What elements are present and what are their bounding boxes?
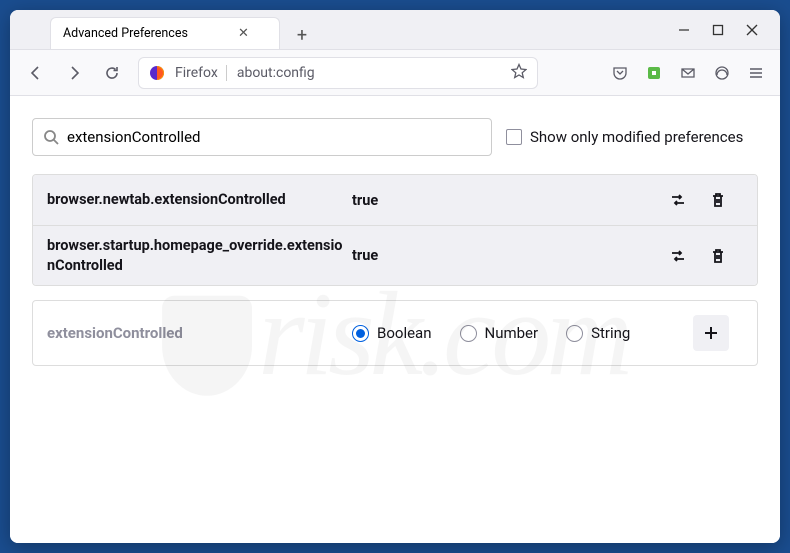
tabs-area: Advanced Preferences ✕ + — [10, 10, 656, 49]
address-label: Firefox — [175, 65, 227, 81]
new-tab-button[interactable]: + — [288, 21, 316, 49]
search-box[interactable] — [32, 118, 492, 156]
address-bar[interactable]: Firefox about:config — [138, 57, 538, 89]
toolbar: Firefox about:config — [10, 50, 780, 96]
window-controls — [656, 22, 780, 38]
firefox-logo-icon — [149, 65, 165, 81]
search-input[interactable] — [67, 128, 481, 146]
search-row: Show only modified preferences — [32, 118, 758, 156]
add-preference-button[interactable] — [693, 315, 729, 351]
pref-name: browser.newtab.extensionControlled — [47, 190, 352, 210]
browser-tab[interactable]: Advanced Preferences ✕ — [50, 17, 280, 49]
radio-string[interactable]: String — [566, 324, 630, 342]
close-button[interactable] — [744, 22, 760, 38]
pref-name: browser.startup.homepage_override.extens… — [47, 236, 352, 275]
show-modified-checkbox[interactable]: Show only modified preferences — [506, 128, 743, 146]
toolbar-right — [606, 59, 770, 87]
address-url: about:config — [237, 65, 501, 81]
radio-number[interactable]: Number — [460, 324, 539, 342]
tab-title: Advanced Preferences — [63, 26, 188, 41]
pref-value: true — [352, 247, 663, 264]
pocket-icon[interactable] — [606, 59, 634, 87]
radio-label: Boolean — [377, 324, 432, 342]
forward-button[interactable] — [58, 57, 90, 89]
toggle-button[interactable] — [663, 185, 693, 215]
create-preference-row: extensionControlled Boolean Number Strin… — [32, 300, 758, 366]
radio-label: Number — [485, 324, 539, 342]
titlebar: Advanced Preferences ✕ + — [10, 10, 780, 50]
create-pref-name: extensionControlled — [47, 324, 352, 342]
bookmark-star-icon[interactable] — [511, 63, 527, 83]
menu-icon[interactable] — [742, 59, 770, 87]
radio-icon — [566, 325, 583, 342]
radio-icon — [352, 325, 369, 342]
tab-close-icon[interactable]: ✕ — [238, 26, 249, 41]
pref-value: true — [352, 192, 663, 209]
shield-icon[interactable] — [708, 59, 736, 87]
extension-icon[interactable] — [640, 59, 668, 87]
search-icon — [43, 129, 59, 145]
checkbox-icon[interactable] — [506, 129, 522, 145]
maximize-button[interactable] — [710, 22, 726, 38]
show-modified-label: Show only modified preferences — [530, 128, 743, 146]
type-radio-group: Boolean Number String — [352, 324, 693, 342]
pref-row: browser.newtab.extensionControlled true — [33, 175, 757, 226]
radio-label: String — [591, 324, 630, 342]
inbox-icon[interactable] — [674, 59, 702, 87]
preferences-table: browser.newtab.extensionControlled true … — [32, 174, 758, 286]
content-area: risk.com Show only modified preferences … — [10, 96, 780, 543]
delete-button[interactable] — [703, 185, 733, 215]
back-button[interactable] — [20, 57, 52, 89]
radio-boolean[interactable]: Boolean — [352, 324, 432, 342]
delete-button[interactable] — [703, 241, 733, 271]
radio-icon — [460, 325, 477, 342]
minimize-button[interactable] — [676, 22, 692, 38]
reload-button[interactable] — [96, 57, 128, 89]
toggle-button[interactable] — [663, 241, 693, 271]
pref-row: browser.startup.homepage_override.extens… — [33, 226, 757, 285]
